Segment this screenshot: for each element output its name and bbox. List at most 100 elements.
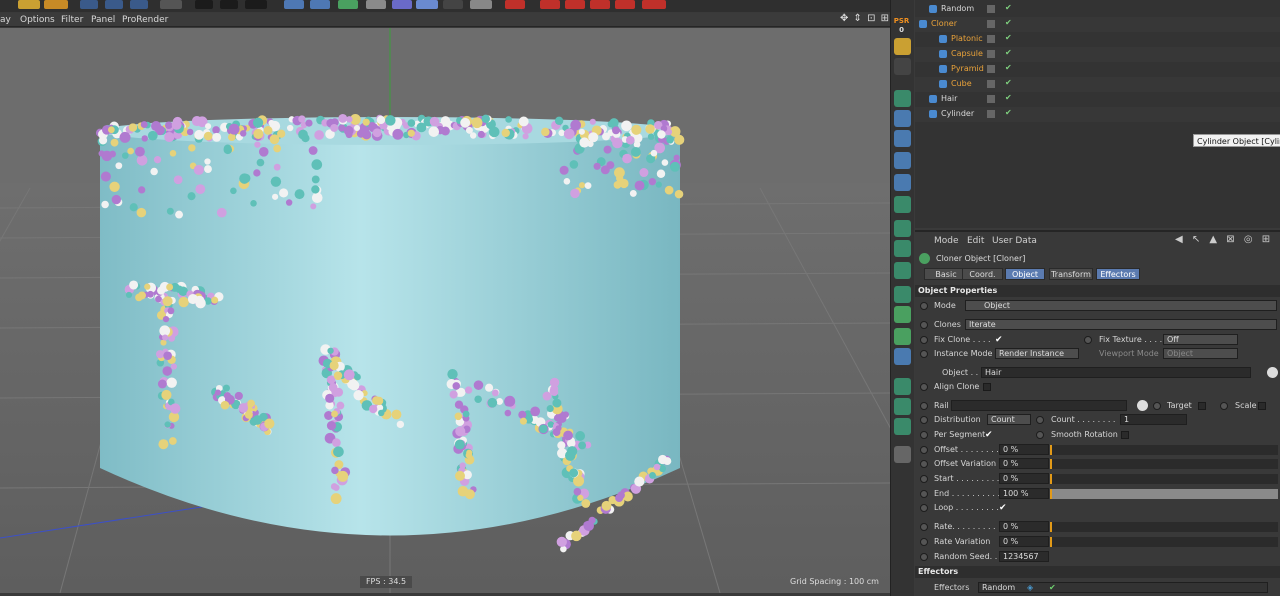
animate-dot[interactable] — [1153, 402, 1161, 410]
live-select-icon[interactable] — [894, 38, 911, 55]
animate-dot[interactable] — [920, 504, 928, 512]
object-row[interactable]: Pyramid ✔ — [915, 62, 1280, 77]
visibility-toggle[interactable] — [987, 20, 995, 28]
object-name[interactable]: Cube — [951, 79, 972, 88]
sculpt-icon[interactable] — [894, 220, 911, 237]
object-row[interactable]: Capsule ✔ — [915, 47, 1280, 62]
animate-dot[interactable] — [920, 402, 928, 410]
edges-icon[interactable] — [894, 174, 911, 191]
random-seed-field[interactable]: 1234567 — [999, 551, 1049, 562]
add-icon[interactable] — [44, 0, 68, 9]
workplane-icon[interactable] — [894, 262, 911, 279]
enabled-check[interactable]: ✔ — [1005, 33, 1012, 42]
magnet-icon[interactable] — [894, 58, 911, 75]
array-icon[interactable] — [366, 0, 386, 9]
object-row[interactable]: Random ✔ — [915, 2, 1280, 17]
animate-dot[interactable] — [920, 416, 928, 424]
prorender-icon[interactable] — [505, 0, 525, 9]
points-icon[interactable] — [894, 152, 911, 169]
deformer-icon[interactable] — [392, 0, 412, 9]
enabled-check[interactable]: ✔ — [1005, 78, 1012, 87]
slider-value-field[interactable]: 100 % — [999, 488, 1049, 499]
slider-track[interactable] — [1050, 522, 1278, 532]
distribution-select[interactable]: Count — [987, 414, 1031, 425]
visibility-toggle[interactable] — [987, 65, 995, 73]
animate-dot[interactable] — [920, 336, 928, 344]
animate-dot[interactable] — [920, 538, 928, 546]
slider-value-field[interactable]: 0 % — [999, 444, 1049, 455]
scale-checkbox[interactable] — [1258, 402, 1266, 410]
snap-icon[interactable] — [894, 240, 911, 257]
animate-dot[interactable] — [920, 431, 928, 439]
animate-dot[interactable] — [1084, 336, 1092, 344]
viewport-nav-icons[interactable]: ✥ ⇕ ⊡ ⊞ — [840, 13, 890, 24]
object-name[interactable]: Platonic — [951, 34, 983, 43]
tab-object[interactable]: Object — [1005, 268, 1045, 280]
animate-dot[interactable] — [920, 553, 928, 561]
animate-dot[interactable] — [920, 490, 928, 498]
frame-icon[interactable] — [160, 0, 182, 9]
effectors-list[interactable]: Random ◈ ✔ — [978, 582, 1268, 593]
animate-dot[interactable] — [920, 446, 928, 454]
visibility-toggle[interactable] — [987, 110, 995, 118]
cube-icon[interactable] — [284, 0, 304, 9]
slider-value-field[interactable]: 0 % — [999, 536, 1049, 547]
enabled-check[interactable]: ✔ — [1005, 18, 1012, 27]
object-name[interactable]: Pyramid — [951, 64, 984, 73]
instance-mode-select[interactable]: Render Instance — [995, 348, 1079, 359]
tab-effectors[interactable]: Effectors — [1096, 268, 1140, 280]
visibility-toggle[interactable] — [987, 50, 995, 58]
menu-display[interactable]: ay — [0, 15, 11, 25]
align-clone-checkbox[interactable] — [983, 383, 991, 391]
target-checkbox[interactable] — [1198, 402, 1206, 410]
paint-icon[interactable] — [894, 286, 911, 303]
cube-tool-icon[interactable] — [894, 348, 911, 365]
capsule-tool-icon[interactable] — [894, 328, 911, 345]
menu-prorender[interactable]: ProRender — [122, 15, 168, 25]
slider-track[interactable] — [1050, 474, 1278, 484]
object-name[interactable]: Cylinder — [941, 109, 974, 118]
clones-select[interactable]: Iterate — [965, 319, 1277, 330]
slider-handle[interactable] — [1050, 459, 1052, 469]
slider-track[interactable] — [1050, 537, 1278, 547]
animate-dot[interactable] — [920, 302, 928, 310]
animate-dot[interactable] — [920, 383, 928, 391]
menu-user-data[interactable]: User Data — [992, 236, 1037, 246]
menu-edit[interactable]: Edit — [967, 236, 984, 246]
model-icon[interactable] — [894, 110, 911, 127]
camera-icon[interactable] — [443, 0, 463, 9]
smooth-rotation-checkbox[interactable] — [1121, 431, 1129, 439]
render-settings-icon[interactable] — [245, 0, 267, 9]
prorender-icon-2[interactable] — [540, 0, 560, 9]
per-segment-checkbox[interactable]: ✔ — [985, 430, 993, 440]
slider-track[interactable] — [1050, 459, 1278, 469]
effector-random[interactable]: Random — [982, 583, 1015, 592]
scale-icon[interactable] — [105, 0, 123, 9]
render-view-icon[interactable] — [195, 0, 213, 9]
slider-value-field[interactable]: 0 % — [999, 458, 1049, 469]
move-icon[interactable] — [80, 0, 98, 9]
count-field[interactable]: 1 — [1120, 414, 1187, 425]
object-name[interactable]: Hair — [941, 94, 957, 103]
viewport[interactable] — [0, 28, 890, 593]
clear-link-icon[interactable] — [1267, 367, 1278, 378]
nurbs-icon[interactable] — [338, 0, 358, 9]
cylinder-body[interactable] — [100, 120, 680, 536]
fix-clone-checkbox[interactable]: ✔ — [995, 335, 1003, 345]
object-name[interactable]: Cloner — [931, 19, 957, 28]
hair-tool-icon[interactable] — [894, 398, 911, 415]
undo-icon[interactable] — [18, 0, 40, 9]
enabled-check[interactable]: ✔ — [1005, 63, 1012, 72]
rail-field[interactable] — [951, 400, 1127, 411]
axis-icon[interactable] — [894, 130, 911, 147]
slider-value-field[interactable]: 0 % — [999, 521, 1049, 532]
slider-handle[interactable] — [1050, 489, 1052, 499]
prorender-icon-3[interactable] — [565, 0, 585, 9]
slider-handle[interactable] — [1050, 474, 1052, 484]
menu-mode[interactable]: Mode — [934, 236, 959, 246]
menu-filter[interactable]: Filter — [61, 15, 83, 25]
object-row[interactable]: Cylinder ✔ — [915, 107, 1280, 122]
object-row[interactable]: Platonic ✔ — [915, 32, 1280, 47]
fix-texture-select[interactable]: Off — [1163, 334, 1238, 345]
menu-options[interactable]: Options — [20, 15, 55, 25]
